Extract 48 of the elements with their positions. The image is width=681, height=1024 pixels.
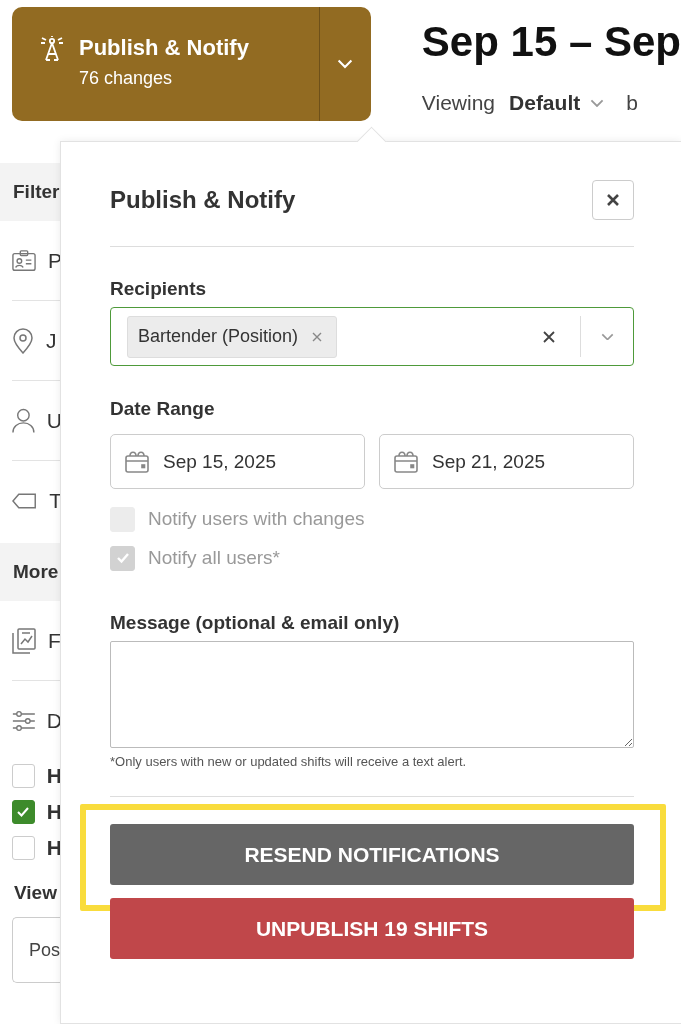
resend-button[interactable]: RESEND NOTIFICATIONS xyxy=(110,824,634,885)
calendar-icon xyxy=(125,450,149,473)
field-label: Recipients xyxy=(110,277,208,301)
section-header: Filter xyxy=(0,163,62,221)
checkbox[interactable] xyxy=(12,764,35,788)
recipients-select[interactable]: Bartender (Position) xyxy=(110,307,634,366)
filter-label[interactable]: U xyxy=(46,408,62,433)
location-pin-icon xyxy=(12,327,34,354)
recipient-tag: Bartender (Position) xyxy=(127,315,338,358)
antenna-icon xyxy=(39,35,65,61)
chevron-down-icon xyxy=(337,59,354,69)
chevron-down-icon xyxy=(600,332,614,341)
check-icon xyxy=(16,806,31,818)
option-label[interactable]: F xyxy=(48,628,61,653)
checkbox-label: H xyxy=(46,836,62,860)
checkbox-label: H xyxy=(46,764,62,788)
close-icon xyxy=(607,194,619,206)
message-field[interactable] xyxy=(110,641,634,748)
view-label: View xyxy=(13,881,58,905)
chevron-down-icon xyxy=(590,98,605,108)
report-icon xyxy=(12,627,36,654)
checkbox[interactable] xyxy=(12,800,35,824)
check-icon xyxy=(115,552,130,564)
sliders-icon xyxy=(12,708,35,733)
tag-icon xyxy=(12,492,38,509)
close-button[interactable] xyxy=(592,180,634,220)
toolbar-text: b xyxy=(626,91,638,115)
remove-icon[interactable] xyxy=(312,331,323,342)
checkbox[interactable] xyxy=(12,836,35,860)
filter-label[interactable]: J xyxy=(46,328,57,353)
checkbox-label: H xyxy=(46,800,62,824)
id-card-icon xyxy=(12,248,36,273)
date-range-title: Sep 15 – Sep xyxy=(421,17,681,67)
popover-title: Publish & Notify xyxy=(110,186,296,214)
checkbox-label: Notify all users* xyxy=(148,547,280,569)
checkbox-label: Notify users with changes xyxy=(148,508,365,530)
field-label: Message (optional & email only) xyxy=(110,611,401,635)
viewing-label: Viewing xyxy=(421,91,496,115)
view-dropdown[interactable]: Default xyxy=(509,91,605,115)
field-label: Date Range xyxy=(110,397,216,421)
person-icon xyxy=(12,407,35,434)
footnote: *Only users with new or updated shifts will receive a text alert. xyxy=(110,754,468,769)
clear-icon[interactable] xyxy=(543,330,555,343)
section-header: More xyxy=(0,543,62,601)
date-field[interactable]: Sep 15, 2025 xyxy=(110,434,365,489)
unpublish-button[interactable]: UNPUBLISH 19 SHIFTS xyxy=(110,898,634,959)
date-field[interactable]: Sep 21, 2025 xyxy=(379,434,634,489)
calendar-icon xyxy=(394,450,418,473)
